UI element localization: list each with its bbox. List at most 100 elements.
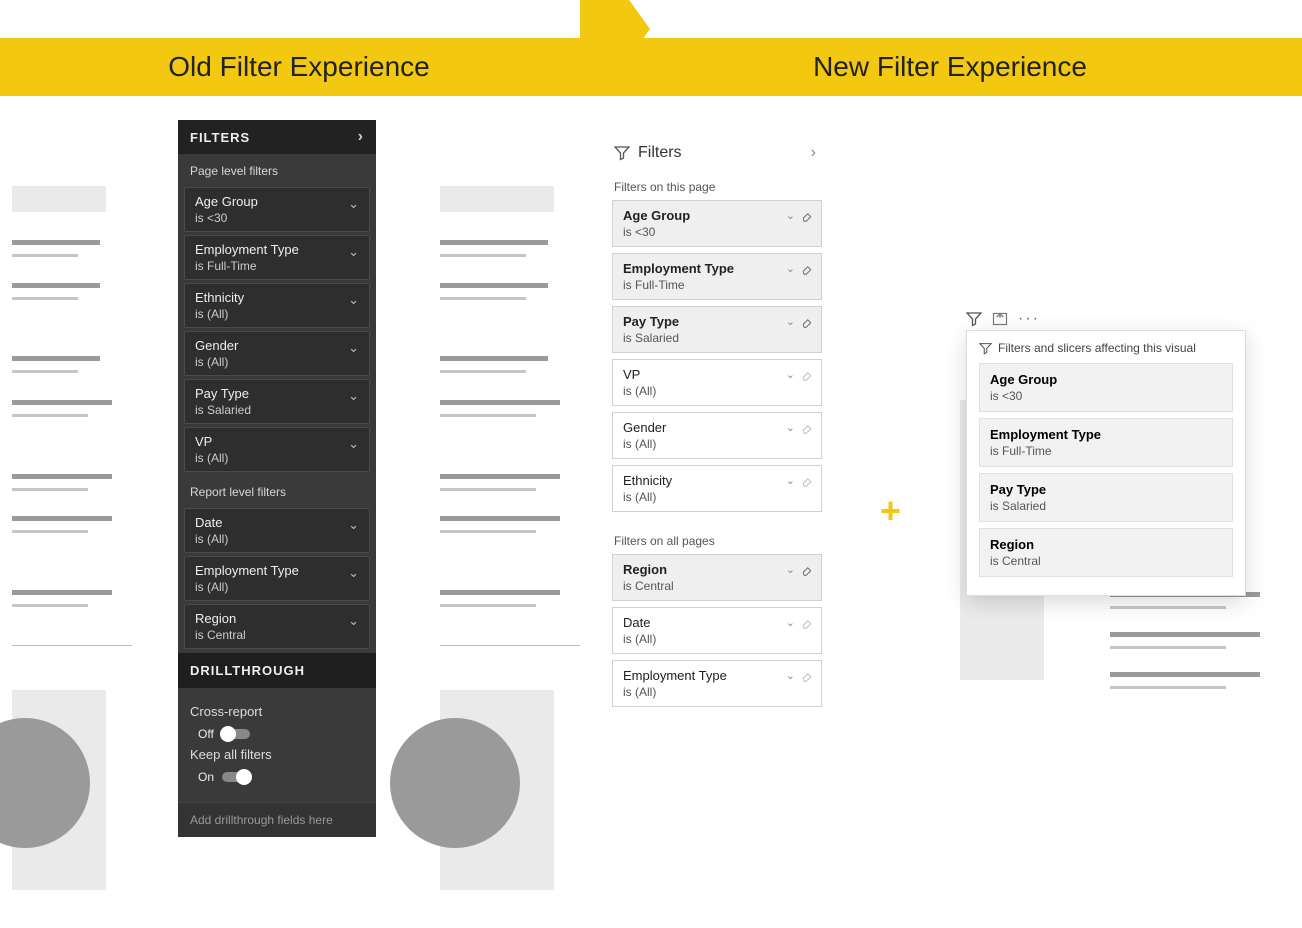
- focus-mode-icon[interactable]: [992, 311, 1008, 327]
- filter-value: is (All): [195, 580, 359, 594]
- filter-title: Date: [195, 515, 359, 530]
- chevron-down-icon[interactable]: ⌄: [786, 563, 795, 576]
- tooltip-filter-card: Region is Central: [979, 528, 1233, 577]
- new-filter-card[interactable]: Dateis (All)⌄: [612, 607, 822, 654]
- chevron-down-icon[interactable]: ⌄: [786, 669, 795, 682]
- placeholder: [440, 604, 536, 607]
- filter-title: Gender: [623, 420, 811, 435]
- old-filter-card[interactable]: VP is (All) ⌄: [184, 427, 370, 472]
- filter-value: is <30: [195, 211, 359, 225]
- filter-value: is (All): [195, 451, 359, 465]
- placeholder: [440, 297, 526, 300]
- chevron-down-icon[interactable]: ⌄: [786, 421, 795, 434]
- old-filter-card[interactable]: Date is (All) ⌄: [184, 508, 370, 553]
- new-filter-card[interactable]: Genderis (All)⌄: [612, 412, 822, 459]
- old-page-filters-label: Page level filters: [178, 154, 376, 184]
- chevron-down-icon[interactable]: ⌄: [786, 209, 795, 222]
- drillthrough-header[interactable]: DRILLTHROUGH: [178, 653, 376, 688]
- placeholder: [12, 240, 100, 245]
- more-options-icon[interactable]: ···: [1018, 310, 1040, 328]
- filter-value: is Salaried: [623, 331, 811, 345]
- placeholder: [440, 516, 560, 521]
- new-filter-card[interactable]: Employment Typeis (All)⌄: [612, 660, 822, 707]
- chevron-down-icon[interactable]: ⌄: [786, 474, 795, 487]
- eraser-icon[interactable]: [801, 263, 813, 275]
- eraser-icon[interactable]: [801, 210, 813, 222]
- placeholder: [440, 186, 554, 212]
- chevron-down-icon[interactable]: ⌄: [786, 262, 795, 275]
- filter-value: is <30: [990, 389, 1222, 403]
- cross-report-label: Cross-report: [190, 704, 364, 719]
- new-filter-card[interactable]: VPis (All)⌄: [612, 359, 822, 406]
- old-filter-card[interactable]: Region is Central ⌄: [184, 604, 370, 649]
- old-filter-card[interactable]: Gender is (All) ⌄: [184, 331, 370, 376]
- old-filters-header[interactable]: FILTERS ›: [178, 120, 376, 154]
- banner-old-title: Old Filter Experience: [0, 51, 598, 83]
- filter-title: VP: [195, 434, 359, 449]
- chevron-down-icon: ⌄: [348, 613, 359, 629]
- placeholder: [1110, 606, 1226, 609]
- old-filter-card[interactable]: Pay Type is Salaried ⌄: [184, 379, 370, 424]
- funnel-icon: [614, 145, 630, 161]
- placeholder: [12, 488, 88, 491]
- filter-value: is (All): [623, 490, 811, 504]
- toggle-icon: [222, 772, 250, 782]
- eraser-icon[interactable]: [801, 617, 813, 629]
- filter-title: Region: [623, 562, 811, 577]
- toggle-icon: [222, 729, 250, 739]
- eraser-icon[interactable]: [801, 670, 813, 682]
- eraser-icon[interactable]: [801, 369, 813, 381]
- tooltip-title: Filters and slicers affecting this visua…: [998, 341, 1196, 355]
- keep-filters-toggle[interactable]: On: [198, 770, 364, 784]
- placeholder: [440, 370, 526, 373]
- old-filter-card[interactable]: Employment Type is Full-Time ⌄: [184, 235, 370, 280]
- filter-value: is (All): [623, 632, 811, 646]
- old-filter-card[interactable]: Employment Type is (All) ⌄: [184, 556, 370, 601]
- filter-value: is Salaried: [195, 403, 359, 417]
- new-filter-card[interactable]: Pay Typeis Salaried⌄: [612, 306, 822, 353]
- eraser-icon[interactable]: [801, 316, 813, 328]
- eraser-icon[interactable]: [801, 564, 813, 576]
- funnel-icon: [979, 342, 992, 355]
- chevron-down-icon[interactable]: ⌄: [786, 315, 795, 328]
- eraser-icon[interactable]: [801, 475, 813, 487]
- old-filter-card[interactable]: Ethnicity is (All) ⌄: [184, 283, 370, 328]
- new-filter-card[interactable]: Ethnicityis (All)⌄: [612, 465, 822, 512]
- tooltip-header: Filters and slicers affecting this visua…: [979, 341, 1233, 355]
- chevron-down-icon: ⌄: [348, 196, 359, 212]
- placeholder: [12, 356, 100, 361]
- chevron-down-icon[interactable]: ⌄: [786, 616, 795, 629]
- placeholder: [1110, 686, 1226, 689]
- filter-title: Ethnicity: [195, 290, 359, 305]
- filter-value: is Full-Time: [990, 444, 1222, 458]
- old-filter-pane: FILTERS › Page level filters Age Group i…: [178, 120, 376, 837]
- filter-value: is Central: [990, 554, 1222, 568]
- placeholder: [440, 283, 548, 288]
- toggle-state: On: [198, 770, 214, 784]
- placeholder: [12, 474, 112, 479]
- placeholder: [12, 254, 78, 257]
- placeholder: [12, 516, 112, 521]
- filter-value: is (All): [195, 355, 359, 369]
- chevron-right-icon: ›: [811, 144, 816, 162]
- chevron-down-icon: ⌄: [348, 340, 359, 356]
- filter-value: is Salaried: [990, 499, 1222, 513]
- placeholder: [440, 474, 560, 479]
- filter-value: is Central: [623, 579, 811, 593]
- new-filters-title: Filters: [638, 144, 682, 162]
- new-filter-card[interactable]: Age Groupis <30⌄: [612, 200, 822, 247]
- add-drillthrough-fields[interactable]: Add drillthrough fields here: [178, 802, 376, 837]
- chevron-down-icon[interactable]: ⌄: [786, 368, 795, 381]
- filter-title: Region: [990, 537, 1222, 552]
- eraser-icon[interactable]: [801, 422, 813, 434]
- new-filter-card[interactable]: Employment Typeis Full-Time⌄: [612, 253, 822, 300]
- cross-report-toggle[interactable]: Off: [198, 727, 364, 741]
- new-filters-header[interactable]: Filters ›: [612, 140, 822, 172]
- filter-title: Employment Type: [623, 261, 811, 276]
- chevron-down-icon: ⌄: [348, 244, 359, 260]
- funnel-icon[interactable]: [966, 311, 982, 327]
- old-filter-card[interactable]: Age Group is <30 ⌄: [184, 187, 370, 232]
- tooltip-filter-card: Employment Typeis Full-Time: [979, 418, 1233, 467]
- new-filter-card[interactable]: Region is Central ⌄: [612, 554, 822, 601]
- placeholder: [440, 488, 536, 491]
